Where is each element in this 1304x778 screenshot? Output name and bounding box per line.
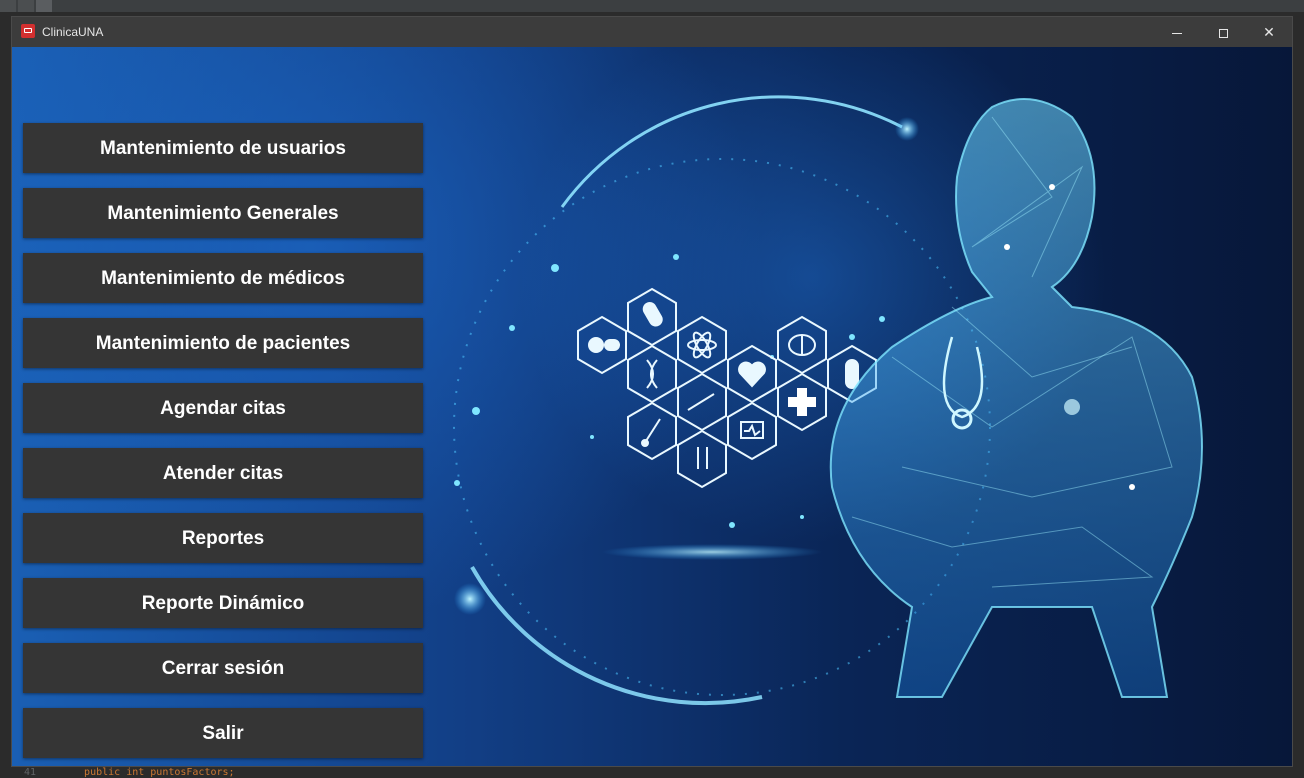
doctor-figure [829, 98, 1203, 698]
maximize-button[interactable] [1200, 17, 1246, 47]
pill-icon [577, 315, 627, 375]
minimize-button[interactable] [1154, 17, 1200, 47]
reports-button[interactable]: Reportes [23, 513, 423, 563]
ide-code-line: 41 public int puntosFactors; [0, 767, 1304, 778]
test-tube-icon [677, 429, 727, 489]
title-bar: ClinicaUNA ✕ [12, 17, 1292, 47]
cross-icon [777, 372, 827, 432]
window-title: ClinicaUNA [42, 25, 104, 39]
ide-tab [36, 0, 52, 12]
doctor-maintenance-button[interactable]: Mantenimiento de médicos [23, 253, 423, 303]
close-icon: ✕ [1263, 24, 1275, 40]
medical-illustration [453, 95, 1203, 706]
main-content: Mantenimiento de usuarios Mantenimiento … [12, 47, 1292, 766]
thermometer-icon [627, 401, 677, 461]
heart-icon [727, 344, 777, 404]
general-maintenance-button[interactable]: Mantenimiento Generales [23, 188, 423, 238]
brain-icon [777, 315, 827, 375]
app-window: ClinicaUNA ✕ Mantenimiento de usuarios M… [11, 16, 1293, 767]
ide-tab [18, 0, 34, 12]
syringe-icon [627, 287, 677, 347]
logout-button[interactable]: Cerrar sesión [23, 643, 423, 693]
patient-maintenance-button[interactable]: Mantenimiento de pacientes [23, 318, 423, 368]
ide-tab-strip [0, 0, 1304, 12]
main-menu: Mantenimiento de usuarios Mantenimiento … [23, 123, 423, 766]
atom-icon [677, 315, 727, 375]
close-button[interactable]: ✕ [1246, 17, 1292, 47]
dna-icon [627, 344, 677, 404]
monitor-icon [727, 401, 777, 461]
maximize-icon [1218, 28, 1228, 38]
exit-button[interactable]: Salir [23, 708, 423, 758]
ide-code-text: public int puntosFactors; [84, 767, 235, 778]
user-maintenance-button[interactable]: Mantenimiento de usuarios [23, 123, 423, 173]
ide-line-number: 41 [24, 767, 37, 778]
minimize-icon [1172, 32, 1182, 34]
syringe-icon [677, 372, 727, 432]
app-icon [21, 24, 35, 38]
ide-tab [0, 0, 16, 12]
schedule-appointments-button[interactable]: Agendar citas [23, 383, 423, 433]
dynamic-report-button[interactable]: Reporte Dinámico [23, 578, 423, 628]
attend-appointments-button[interactable]: Atender citas [23, 448, 423, 498]
